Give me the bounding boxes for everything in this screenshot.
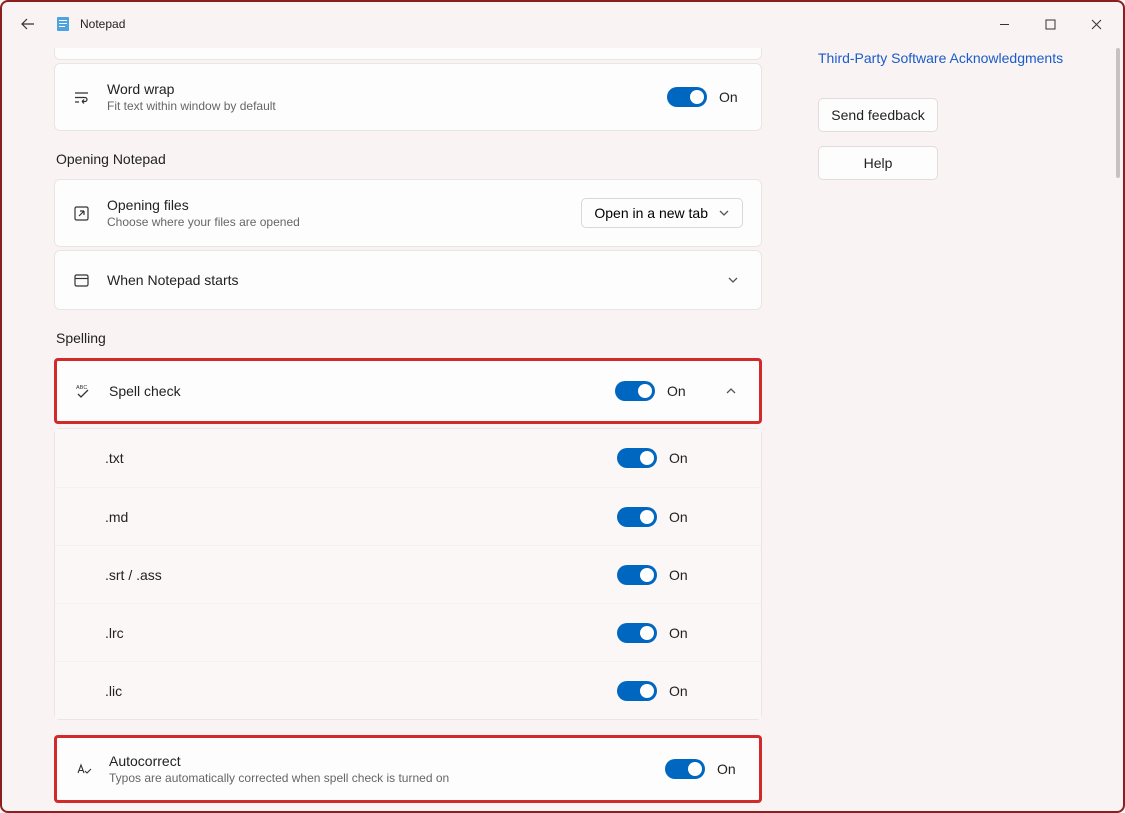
- spell-check-toggle[interactable]: [615, 381, 655, 401]
- send-feedback-button[interactable]: Send feedback: [818, 98, 938, 132]
- ext-toggle-srt[interactable]: [617, 565, 657, 585]
- minimize-button[interactable]: [981, 8, 1027, 40]
- ext-row-txt: .txt On: [55, 429, 761, 487]
- word-wrap-toggle[interactable]: [667, 87, 707, 107]
- autocorrect-state: On: [717, 761, 741, 777]
- ext-toggle-lrc[interactable]: [617, 623, 657, 643]
- when-starts-title: When Notepad starts: [107, 272, 723, 288]
- notepad-icon: [54, 15, 72, 33]
- window-icon: [73, 272, 101, 289]
- maximize-button[interactable]: [1027, 8, 1073, 40]
- ext-row-lic: .lic On: [55, 661, 761, 719]
- ext-state: On: [669, 683, 693, 699]
- help-button[interactable]: Help: [818, 146, 938, 180]
- previous-card-fragment: [54, 48, 762, 60]
- opening-files-sub: Choose where your files are opened: [107, 215, 581, 229]
- word-wrap-card[interactable]: Word wrap Fit text within window by defa…: [54, 63, 762, 131]
- section-spelling: Spelling: [56, 330, 762, 346]
- autocorrect-title: Autocorrect: [109, 753, 665, 769]
- word-wrap-title: Word wrap: [107, 81, 667, 97]
- ext-label: .srt / .ass: [105, 567, 617, 583]
- titlebar: Notepad: [2, 2, 1123, 46]
- spell-check-state: On: [667, 383, 691, 399]
- chevron-up-icon: [721, 385, 741, 397]
- scrollbar-thumb[interactable]: [1116, 48, 1120, 178]
- spell-check-card[interactable]: ABC Spell check On: [54, 358, 762, 424]
- app-title: Notepad: [80, 17, 125, 31]
- chevron-down-icon: [718, 207, 730, 219]
- ext-row-lrc: .lrc On: [55, 603, 761, 661]
- acknowledgments-link[interactable]: Third-Party Software Acknowledgments: [818, 50, 1103, 66]
- opening-files-value: Open in a new tab: [594, 205, 708, 221]
- ext-label: .lrc: [105, 625, 617, 641]
- word-wrap-sub: Fit text within window by default: [107, 99, 667, 113]
- spell-check-title: Spell check: [109, 383, 615, 399]
- close-button[interactable]: [1073, 8, 1119, 40]
- chevron-down-icon: [723, 274, 743, 286]
- ext-state: On: [669, 567, 693, 583]
- ext-toggle-txt[interactable]: [617, 448, 657, 468]
- opening-files-dropdown[interactable]: Open in a new tab: [581, 198, 743, 228]
- spell-check-icon: ABC: [75, 383, 103, 400]
- ext-label: .md: [105, 509, 617, 525]
- ext-row-srt: .srt / .ass On: [55, 545, 761, 603]
- section-opening-notepad: Opening Notepad: [56, 151, 762, 167]
- word-wrap-state: On: [719, 89, 743, 105]
- spell-check-extensions: .txt On .md On .srt / .ass: [54, 428, 762, 720]
- ext-state: On: [669, 625, 693, 641]
- ext-row-md: .md On: [55, 487, 761, 545]
- ext-toggle-md[interactable]: [617, 507, 657, 527]
- autocorrect-card[interactable]: Autocorrect Typos are automatically corr…: [54, 735, 762, 803]
- word-wrap-icon: [73, 89, 101, 106]
- when-starts-card[interactable]: When Notepad starts: [54, 250, 762, 310]
- autocorrect-icon: [75, 761, 103, 778]
- back-button[interactable]: [6, 2, 50, 46]
- aside: Third-Party Software Acknowledgments Sen…: [762, 46, 1123, 811]
- ext-state: On: [669, 450, 693, 466]
- ext-label: .lic: [105, 683, 617, 699]
- open-external-icon: [73, 205, 101, 222]
- ext-toggle-lic[interactable]: [617, 681, 657, 701]
- autocorrect-toggle[interactable]: [665, 759, 705, 779]
- opening-files-card[interactable]: Opening files Choose where your files ar…: [54, 179, 762, 247]
- main-content: Word wrap Fit text within window by defa…: [2, 46, 762, 811]
- opening-files-title: Opening files: [107, 197, 581, 213]
- autocorrect-sub: Typos are automatically corrected when s…: [109, 771, 665, 785]
- ext-state: On: [669, 509, 693, 525]
- ext-label: .txt: [105, 450, 617, 466]
- svg-text:ABC: ABC: [76, 385, 87, 391]
